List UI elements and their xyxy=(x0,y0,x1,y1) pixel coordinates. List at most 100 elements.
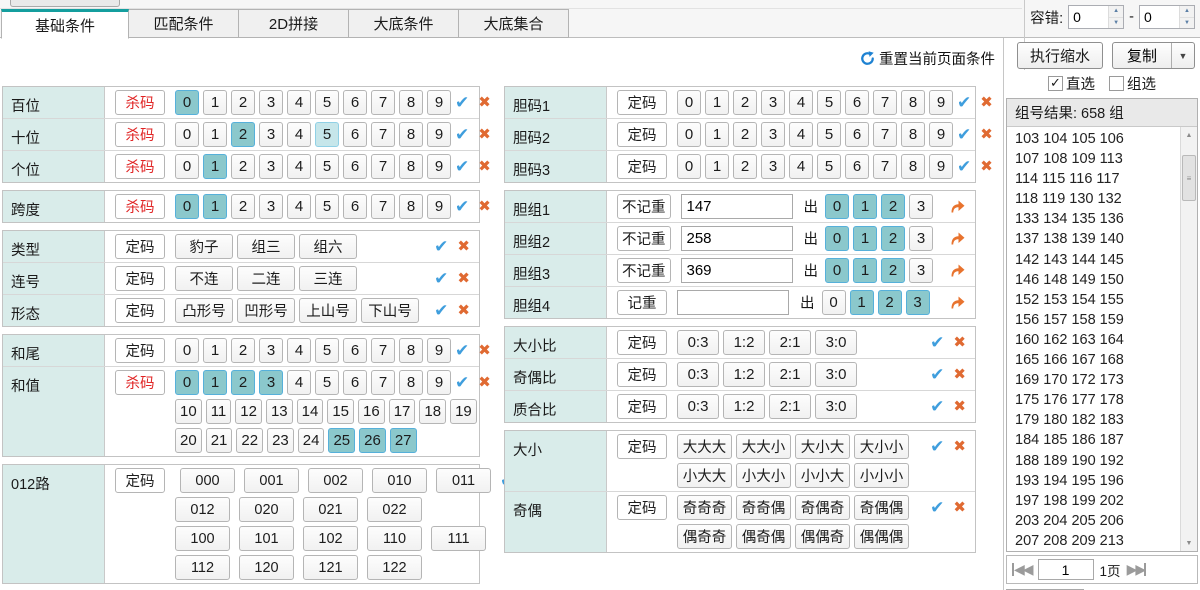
option-button[interactable]: 12 xyxy=(235,399,262,424)
option-button[interactable]: 2 xyxy=(231,154,255,179)
set-mode-button[interactable]: 定码 xyxy=(617,394,667,419)
option-button[interactable]: 0 xyxy=(175,154,199,179)
option-button[interactable]: 1 xyxy=(853,226,877,251)
clear-cross-icon[interactable]: ✖ xyxy=(457,239,470,254)
result-row[interactable]: 137 138 139 140 xyxy=(1015,229,1197,249)
option-button[interactable]: 2 xyxy=(733,90,757,115)
option-button[interactable]: 022 xyxy=(367,497,422,522)
option-button[interactable]: 5 xyxy=(315,338,339,363)
result-row[interactable]: 175 176 177 178 xyxy=(1015,390,1197,410)
result-row[interactable]: 107 108 109 113 xyxy=(1015,149,1197,169)
clear-cross-icon[interactable]: ✖ xyxy=(478,95,491,110)
option-button[interactable]: 7 xyxy=(371,90,395,115)
execute-shrink-button[interactable]: 执行缩水 xyxy=(1017,42,1103,69)
option-button[interactable]: 2 xyxy=(878,290,902,315)
option-button[interactable]: 1 xyxy=(705,154,729,179)
option-button[interactable]: 0 xyxy=(175,194,199,219)
option-button[interactable]: 4 xyxy=(789,154,813,179)
option-button[interactable]: 110 xyxy=(367,526,422,551)
option-button[interactable]: 2 xyxy=(881,258,905,283)
option-button[interactable]: 5 xyxy=(315,194,339,219)
option-button[interactable]: 1 xyxy=(850,290,874,315)
kill-mode-button[interactable]: 杀码 xyxy=(115,370,165,395)
clear-cross-icon[interactable]: ✖ xyxy=(953,399,966,414)
option-button[interactable]: 组三 xyxy=(237,234,295,259)
option-button[interactable]: 26 xyxy=(359,428,386,453)
set-mode-button[interactable]: 定码 xyxy=(617,90,667,115)
option-button[interactable]: 7 xyxy=(873,154,897,179)
option-button[interactable]: 14 xyxy=(297,399,324,424)
option-button[interactable]: 7 xyxy=(371,370,395,395)
first-page-button[interactable]: ◀◀ xyxy=(1012,561,1032,578)
option-button[interactable]: 大大小 xyxy=(736,434,791,459)
option-button[interactable]: 4 xyxy=(287,122,311,147)
option-button[interactable]: 奇奇偶 xyxy=(736,495,791,520)
result-row[interactable]: 156 157 158 159 xyxy=(1015,310,1197,330)
confirm-check-icon[interactable]: ✔ xyxy=(930,366,944,383)
confirm-check-icon[interactable]: ✔ xyxy=(455,342,469,359)
option-button[interactable]: 1 xyxy=(853,194,877,219)
clear-cross-icon[interactable]: ✖ xyxy=(457,303,470,318)
set-mode-button[interactable]: 定码 xyxy=(617,330,667,355)
option-button[interactable]: 22 xyxy=(236,428,263,453)
kill-mode-button[interactable]: 杀码 xyxy=(115,154,165,179)
option-button[interactable]: 121 xyxy=(303,555,358,580)
option-button[interactable]: 4 xyxy=(789,122,813,147)
clear-cross-icon[interactable]: ✖ xyxy=(478,375,491,390)
result-row[interactable]: 160 162 163 164 xyxy=(1015,330,1197,350)
option-button[interactable]: 9 xyxy=(929,90,953,115)
option-button[interactable]: 大小小 xyxy=(854,434,909,459)
confirm-check-icon[interactable]: ✔ xyxy=(434,270,448,287)
option-button[interactable]: 0:3 xyxy=(677,330,719,355)
clear-cross-icon[interactable]: ✖ xyxy=(478,199,491,214)
option-button[interactable]: 二连 xyxy=(237,266,295,291)
option-button[interactable]: 6 xyxy=(343,90,367,115)
option-button[interactable]: 2 xyxy=(733,122,757,147)
option-button[interactable]: 2:1 xyxy=(769,362,811,387)
confirm-check-icon[interactable]: ✔ xyxy=(455,198,469,215)
result-row[interactable]: 179 180 182 183 xyxy=(1015,410,1197,430)
option-button[interactable]: 9 xyxy=(427,90,451,115)
tab-3[interactable]: 大底条件 xyxy=(349,9,459,38)
set-mode-button[interactable]: 不记重 xyxy=(617,226,671,251)
option-button[interactable]: 组六 xyxy=(299,234,357,259)
option-button[interactable]: 5 xyxy=(315,154,339,179)
option-button[interactable]: 102 xyxy=(303,526,358,551)
page-number-input[interactable] xyxy=(1038,559,1094,580)
option-button[interactable]: 9 xyxy=(427,194,451,219)
option-button[interactable]: 18 xyxy=(419,399,446,424)
option-button[interactable]: 9 xyxy=(929,122,953,147)
tab-2[interactable]: 2D拼接 xyxy=(239,9,349,38)
confirm-check-icon[interactable]: ✔ xyxy=(455,94,469,111)
clear-cross-icon[interactable]: ✖ xyxy=(953,367,966,382)
option-button[interactable]: 7 xyxy=(371,194,395,219)
option-button[interactable]: 6 xyxy=(343,370,367,395)
kill-mode-button[interactable]: 杀码 xyxy=(115,90,165,115)
confirm-check-icon[interactable]: ✔ xyxy=(930,398,944,415)
option-button[interactable]: 3 xyxy=(761,122,785,147)
option-button[interactable]: 0 xyxy=(677,154,701,179)
last-page-button[interactable]: ▶▶ xyxy=(1127,561,1147,578)
option-button[interactable]: 20 xyxy=(175,428,202,453)
option-button[interactable]: 23 xyxy=(267,428,294,453)
option-button[interactable]: 7 xyxy=(371,122,395,147)
option-button[interactable]: 15 xyxy=(327,399,354,424)
option-button[interactable]: 1 xyxy=(705,90,729,115)
option-button[interactable]: 偶奇奇 xyxy=(677,524,732,549)
option-button[interactable]: 2:1 xyxy=(769,394,811,419)
result-row[interactable]: 203 204 205 206 xyxy=(1015,511,1197,531)
option-button[interactable]: 3 xyxy=(909,258,933,283)
option-button[interactable]: 1 xyxy=(853,258,877,283)
option-button[interactable]: 6 xyxy=(343,122,367,147)
option-button[interactable]: 3 xyxy=(259,370,283,395)
option-button[interactable]: 上山号 xyxy=(299,298,357,323)
option-button[interactable]: 7 xyxy=(873,90,897,115)
result-row[interactable]: 103 104 105 106 xyxy=(1015,129,1197,149)
option-button[interactable]: 凹形号 xyxy=(237,298,295,323)
result-row[interactable]: 146 148 149 150 xyxy=(1015,270,1197,290)
set-mode-button[interactable]: 定码 xyxy=(115,338,165,363)
option-button[interactable]: 2 xyxy=(231,338,255,363)
option-button[interactable]: 10 xyxy=(175,399,202,424)
set-mode-button[interactable]: 定码 xyxy=(617,122,667,147)
option-button[interactable]: 9 xyxy=(427,338,451,363)
